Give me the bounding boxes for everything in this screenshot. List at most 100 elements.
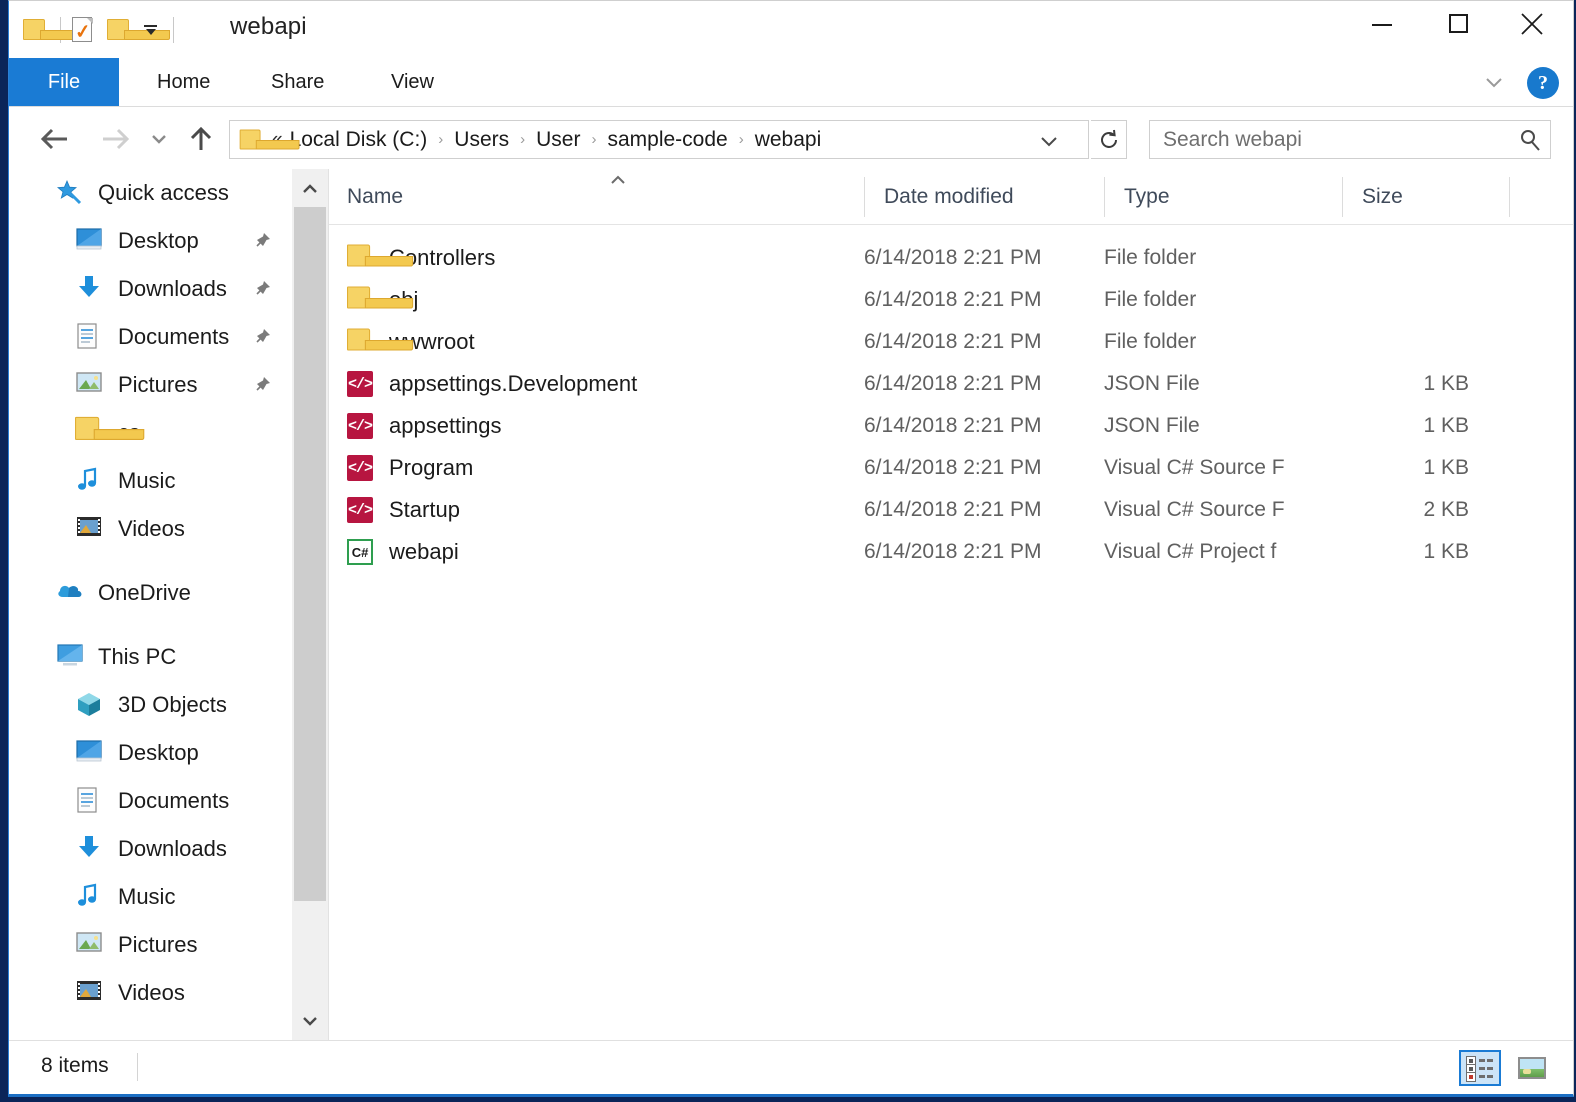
column-header-date-modified[interactable]: Date modified	[884, 169, 1014, 224]
address-dropdown-chevron-down-icon[interactable]	[1038, 130, 1060, 152]
table-row[interactable]: </> Program 6/14/2018 2:21 PM Visual C# …	[329, 447, 1573, 489]
column-header-size[interactable]: Size	[1362, 169, 1403, 224]
column-header-type[interactable]: Type	[1124, 169, 1170, 224]
sidebar-item-documents-qa[interactable]: Documents	[9, 313, 292, 361]
sidebar-item-label: Desktop	[118, 740, 199, 766]
help-button[interactable]: ?	[1527, 67, 1559, 99]
file-name-cell[interactable]: C# webapi	[347, 531, 459, 573]
folder-icon	[347, 329, 375, 355]
pin-icon[interactable]	[252, 375, 272, 395]
maximize-button[interactable]	[1427, 1, 1489, 47]
sidebar-item-music-pc[interactable]: Music	[9, 873, 292, 921]
details-view-button[interactable]	[1459, 1050, 1501, 1086]
scrollbar-thumb[interactable]	[294, 207, 326, 901]
refresh-button[interactable]	[1091, 120, 1127, 159]
sidebar-item-cs[interactable]: cs	[9, 409, 292, 457]
sidebar-item-pictures-pc[interactable]: Pictures	[9, 921, 292, 969]
column-divider-2[interactable]	[1104, 177, 1105, 217]
pin-icon[interactable]	[252, 231, 272, 251]
breadcrumb-webapi[interactable]: webapi	[752, 128, 825, 152]
breadcrumb-sep-2[interactable]: ›	[512, 131, 533, 148]
file-name-cell[interactable]: </> Startup	[347, 489, 460, 531]
search-icon[interactable]	[1510, 122, 1550, 158]
pin-icon[interactable]	[252, 279, 272, 299]
column-divider-4[interactable]	[1509, 177, 1510, 217]
file-name-cell[interactable]: </> appsettings	[347, 405, 502, 447]
table-row[interactable]: obj 6/14/2018 2:21 PM File folder	[329, 279, 1573, 321]
sidebar-group-this-pc[interactable]: This PC	[9, 633, 292, 681]
sidebar-item-documents-pc[interactable]: Documents	[9, 777, 292, 825]
sidebar-group-quick-access[interactable]: Quick access	[9, 169, 292, 217]
sidebar-item-videos-qa[interactable]: Videos	[9, 505, 292, 553]
code-file-icon: </>	[347, 455, 375, 481]
breadcrumb-sep-3[interactable]: ›	[583, 131, 604, 148]
sidebar-group-onedrive[interactable]: OneDrive	[9, 569, 292, 617]
scroll-up-arrow-icon[interactable]	[292, 171, 328, 207]
column-divider-1[interactable]	[864, 177, 865, 217]
pictures-icon	[75, 370, 105, 400]
file-name-cell[interactable]: </> Program	[347, 447, 473, 489]
column-divider-3[interactable]	[1342, 177, 1343, 217]
3d-objects-icon	[75, 690, 105, 720]
tab-file[interactable]: File	[9, 58, 119, 106]
file-explorer-window: ✓ webapi F	[8, 0, 1574, 1097]
file-name-cell[interactable]: </> appsettings.Development	[347, 363, 637, 405]
breadcrumb-sample-code[interactable]: sample-code	[604, 128, 730, 152]
recent-locations-chevron-down-icon[interactable]	[143, 119, 175, 159]
videos-icon	[75, 514, 105, 544]
system-menu-folder-icon[interactable]	[23, 19, 49, 41]
forward-button[interactable]	[95, 119, 135, 159]
details-view-icon	[1466, 1056, 1494, 1080]
table-row[interactable]: C# webapi 6/14/2018 2:21 PM Visual C# Pr…	[329, 531, 1573, 573]
sidebar-item-downloads-pc[interactable]: Downloads	[9, 825, 292, 873]
tab-view[interactable]: View	[369, 58, 456, 106]
sidebar-item-desktop-pc[interactable]: Desktop	[9, 729, 292, 777]
minimize-button[interactable]	[1351, 1, 1413, 47]
file-name-cell[interactable]: obj	[347, 279, 418, 321]
up-button[interactable]	[181, 119, 221, 159]
title-bar: ✓ webapi	[9, 1, 1573, 58]
sidebar-item-music-qa[interactable]: Music	[9, 457, 292, 505]
tab-share[interactable]: Share	[249, 58, 346, 106]
sidebar-item-videos-pc[interactable]: Videos	[9, 969, 292, 1017]
minimize-icon	[1372, 24, 1392, 26]
properties-icon[interactable]: ✓	[72, 17, 94, 42]
breadcrumb-local-disk[interactable]: Local Disk (C:)	[287, 128, 431, 152]
sidebar-item-label: Documents	[118, 324, 229, 350]
file-name-cell[interactable]: wwwroot	[347, 321, 475, 363]
search-box[interactable]	[1149, 120, 1551, 159]
qat-dropdown-icon[interactable]	[140, 19, 162, 41]
pin-icon[interactable]	[252, 327, 272, 347]
file-name-cell[interactable]: Controllers	[347, 237, 495, 279]
search-input[interactable]	[1150, 127, 1510, 153]
new-folder-icon[interactable]	[107, 19, 133, 41]
address-bar-row: « Local Disk (C:) › Users › User › sampl…	[9, 107, 1573, 169]
table-row[interactable]: </> appsettings.Development 6/14/2018 2:…	[329, 363, 1573, 405]
tab-home[interactable]: Home	[135, 58, 232, 106]
expand-ribbon-chevron-down-icon[interactable]	[1477, 70, 1511, 96]
breadcrumb-user[interactable]: User	[533, 128, 583, 152]
table-row[interactable]: Controllers 6/14/2018 2:21 PM File folde…	[329, 237, 1573, 279]
thumbnail-view-button[interactable]	[1511, 1050, 1553, 1086]
breadcrumb-sep-4[interactable]: ›	[731, 131, 752, 148]
table-row[interactable]: </> appsettings 6/14/2018 2:21 PM JSON F…	[329, 405, 1573, 447]
breadcrumb-users[interactable]: Users	[451, 128, 512, 152]
sidebar-item-pictures-qa[interactable]: Pictures	[9, 361, 292, 409]
sidebar-item-downloads-qa[interactable]: Downloads	[9, 265, 292, 313]
table-row[interactable]: wwwroot 6/14/2018 2:21 PM File folder	[329, 321, 1573, 363]
column-header-name[interactable]: Name	[347, 169, 403, 224]
window-title: webapi	[230, 13, 307, 41]
close-button[interactable]	[1501, 1, 1563, 47]
table-row[interactable]: </> Startup 6/14/2018 2:21 PM Visual C# …	[329, 489, 1573, 531]
sidebar-item-desktop-qa[interactable]: Desktop	[9, 217, 292, 265]
scroll-down-arrow-icon[interactable]	[292, 1003, 328, 1039]
onedrive-icon	[55, 578, 85, 608]
navigation-pane-scrollbar[interactable]	[292, 169, 329, 1041]
file-size-cell: 2 KB	[1269, 489, 1469, 531]
sidebar-group-label: This PC	[98, 644, 176, 670]
file-type-cell: Visual C# Source F	[1104, 447, 1285, 489]
back-button[interactable]	[35, 119, 75, 159]
breadcrumb-sep-1[interactable]: ›	[430, 131, 451, 148]
address-bar[interactable]: « Local Disk (C:) › Users › User › sampl…	[229, 120, 1089, 159]
sidebar-item-3d-objects[interactable]: 3D Objects	[9, 681, 292, 729]
